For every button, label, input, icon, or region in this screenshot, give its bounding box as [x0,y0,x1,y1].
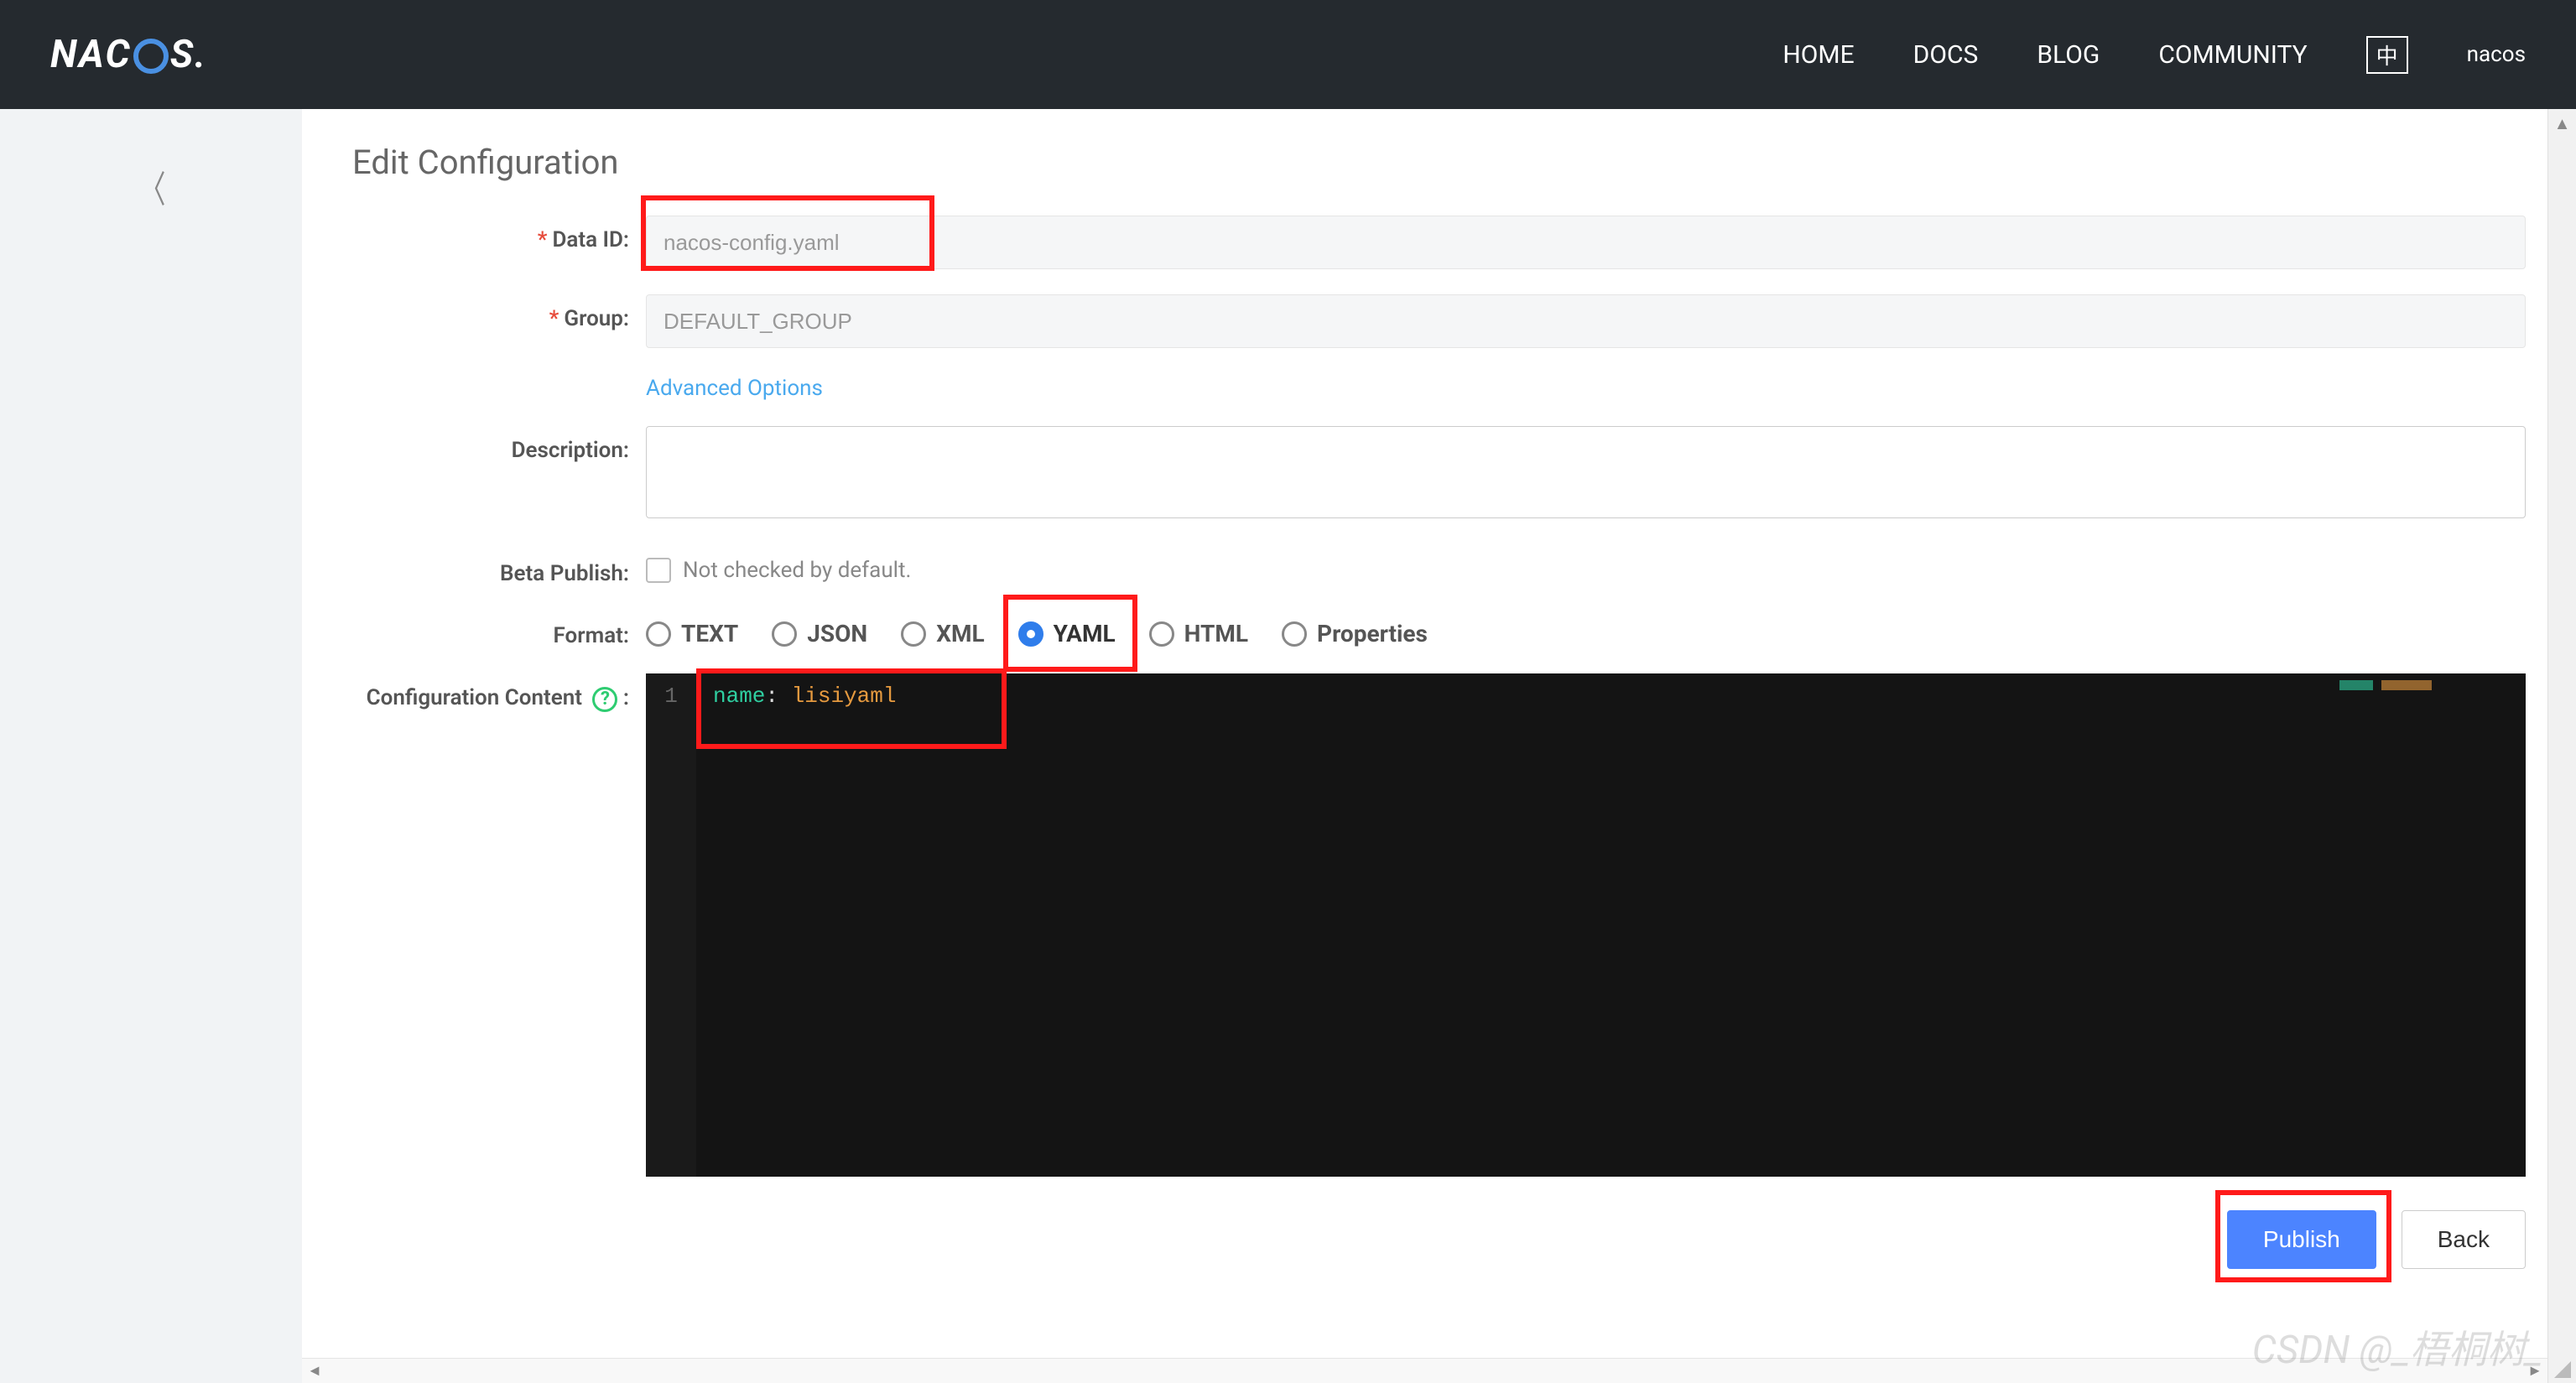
help-icon[interactable]: ? [592,687,617,712]
back-chevron-icon[interactable]: 〈 [140,159,166,213]
sidebar: 〈 [0,109,302,1383]
main-content: Edit Configuration *Data ID: *Group: [302,109,2576,1383]
required-star-icon: * [538,227,548,252]
scroll-up-icon[interactable]: ▲ [2548,109,2576,138]
row-beta: Beta Publish: Not checked by default. [352,549,2526,586]
label-config-content: Configuration Content ? : [352,673,646,712]
back-button[interactable]: Back [2402,1210,2526,1269]
page-title: Edit Configuration [352,143,2526,182]
radio-icon-selected [1018,621,1043,647]
format-option-text[interactable]: TEXT [646,620,738,647]
code-editor[interactable]: 1 name: lisiyaml [646,673,2526,1177]
editor-yaml-key: name [713,684,765,709]
editor-yaml-value: lisiyaml [792,684,897,709]
nav-link-home[interactable]: HOME [1782,40,1854,70]
editor-line-1: name: lisiyaml [646,673,2526,709]
row-config-content: Configuration Content ? : 1 name: lisiya… [352,673,2526,1177]
format-option-json-label: JSON [807,620,867,647]
format-option-yaml[interactable]: YAML [1018,620,1116,647]
logo-o-icon [133,39,169,74]
format-option-xml[interactable]: XML [901,620,984,647]
radio-icon [1149,621,1174,647]
format-option-properties-label: Properties [1317,620,1428,647]
nav-links: HOME DOCS BLOG COMMUNITY 中 nacos [1782,36,2526,74]
row-description: Description: [352,426,2526,524]
label-description: Description: [352,426,646,463]
publish-button[interactable]: Publish [2227,1210,2376,1269]
label-beta: Beta Publish: [352,549,646,586]
advanced-options-link[interactable]: Advanced Options [646,376,823,401]
label-config-content-colon: : [623,685,629,710]
radio-icon [646,621,671,647]
description-textarea[interactable] [646,426,2526,518]
logo[interactable]: NAC S. [50,32,207,77]
page-body: 〈 Edit Configuration *Data ID: *Group: [0,109,2576,1383]
scroll-right-icon[interactable]: ► [2522,1359,2547,1383]
navbar: NAC S. HOME DOCS BLOG COMMUNITY 中 nacos [0,0,2576,109]
radio-icon [772,621,797,647]
data-id-input[interactable] [646,216,2526,269]
nav-link-community[interactable]: COMMUNITY [2158,40,2307,70]
resize-corner-icon [2554,1361,2571,1378]
format-option-xml-label: XML [936,620,984,647]
nav-link-docs[interactable]: DOCS [1913,40,1979,70]
current-user[interactable]: nacos [2467,42,2526,67]
label-config-content-text: Configuration Content [367,685,582,710]
format-option-properties[interactable]: Properties [1282,620,1428,647]
logo-text-prefix: NAC [50,32,132,77]
beta-checkbox[interactable] [646,558,671,583]
row-format: Format: TEXT JSON XML YAML [352,611,2526,648]
label-data-id: *Data ID: [352,216,646,252]
scroll-left-icon[interactable]: ◄ [302,1359,327,1383]
vertical-scrollbar[interactable]: ▲ [2547,109,2576,1383]
format-option-text-label: TEXT [681,620,738,647]
language-toggle[interactable]: 中 [2366,36,2408,74]
logo-text-suffix: S. [170,32,207,77]
format-option-json[interactable]: JSON [772,620,867,647]
group-input[interactable] [646,294,2526,348]
required-star-icon: * [549,306,559,331]
format-option-html[interactable]: HTML [1149,620,1248,647]
nav-link-blog[interactable]: BLOG [2037,40,2100,70]
row-group: *Group: [352,294,2526,348]
radio-icon [901,621,926,647]
row-advanced: Advanced Options [352,373,2526,401]
label-group: *Group: [352,294,646,331]
radio-icon [1282,621,1307,647]
beta-hint: Not checked by default. [683,558,911,583]
format-option-yaml-label: YAML [1054,620,1116,647]
editor-yaml-colon: : [765,684,778,709]
horizontal-scrollbar[interactable]: ◄ ► [302,1358,2547,1383]
label-data-id-text: Data ID: [552,227,629,252]
footer-actions: Publish Back [352,1210,2526,1269]
label-format: Format: [352,611,646,648]
editor-minimap [2339,680,2516,690]
format-option-html-label: HTML [1184,620,1248,647]
label-group-text: Group: [564,306,629,331]
row-data-id: *Data ID: [352,216,2526,269]
editor-gutter: 1 [646,673,696,1177]
editor-line-number: 1 [646,684,696,709]
